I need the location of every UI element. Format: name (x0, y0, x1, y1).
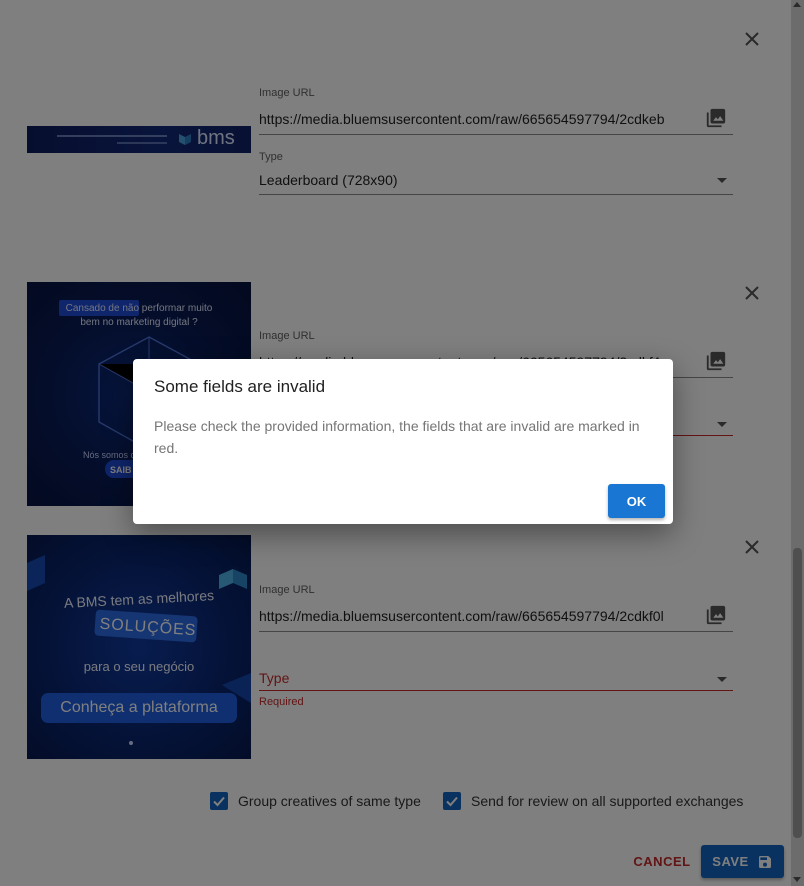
dialog-message: Please check the provided information, t… (154, 418, 640, 456)
dialog-title: Some fields are invalid (154, 377, 326, 396)
dialog-ok-button[interactable]: OK (608, 484, 665, 518)
invalid-fields-dialog: Some fields are invalid Please check the… (133, 359, 673, 524)
dialog-ok-label: OK (626, 493, 647, 509)
